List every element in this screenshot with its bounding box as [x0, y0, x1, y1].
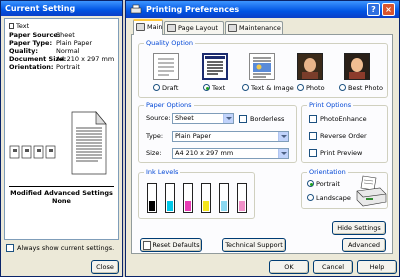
- ink-fill-yellow: [203, 201, 209, 211]
- print-preview-illustration-icon: [9, 111, 107, 175]
- paper-type-row: Paper Type: Plain Paper: [9, 39, 93, 47]
- draft-option[interactable]: Draft: [153, 84, 178, 92]
- ink-fill-cyan: [167, 201, 173, 211]
- source-label: Source:: [146, 114, 171, 122]
- divider: [9, 186, 114, 187]
- ink-cartridge-black: [147, 183, 157, 213]
- text-image-radio[interactable]: [242, 84, 249, 91]
- photo-option[interactable]: Photo: [297, 84, 325, 92]
- text-quality-icon[interactable]: [202, 53, 228, 80]
- chevron-down-icon[interactable]: [278, 132, 288, 141]
- text-option[interactable]: Text: [203, 84, 225, 92]
- draft-radio[interactable]: [153, 84, 160, 91]
- type-select[interactable]: Plain Paper: [172, 131, 289, 142]
- text-radio[interactable]: [203, 84, 210, 91]
- printer-orientation-icon: [356, 175, 387, 207]
- advanced-button[interactable]: Advanced: [342, 238, 386, 252]
- orientation-group: Orientation Portrait Landscape: [301, 168, 388, 209]
- current-setting-panel: Text Paper Source:Sheet Paper Type: Plain…: [4, 18, 119, 240]
- ink-fill-magenta: [185, 201, 191, 211]
- tab-page-layout[interactable]: Page Layout: [164, 21, 224, 34]
- borderless-checkbox[interactable]: [239, 115, 247, 123]
- paper-options-group: Paper Options Source: Sheet Borderless T…: [138, 101, 297, 163]
- maintenance-tab-icon: [228, 24, 237, 32]
- page-layout-tab-icon: [167, 24, 176, 32]
- text-image-quality-icon[interactable]: [249, 53, 275, 80]
- print-preview-checkbox[interactable]: [309, 149, 317, 157]
- source-select[interactable]: Sheet: [172, 113, 234, 124]
- close-button[interactable]: Close: [91, 260, 119, 274]
- tab-main[interactable]: Main: [133, 19, 163, 35]
- technical-support-button[interactable]: Technical Support: [222, 238, 286, 252]
- main-tab-panel: Quality Option Draft Text Text & Image P…: [131, 34, 393, 254]
- text-doc-icon: [9, 23, 14, 29]
- chevron-down-icon[interactable]: [278, 149, 288, 158]
- settings-heading: Text: [9, 22, 29, 30]
- borderless-label: Borderless: [250, 115, 285, 123]
- reset-defaults-label: Reset Defaults: [152, 241, 200, 249]
- landscape-option[interactable]: Landscape: [307, 194, 351, 202]
- quality-row: Quality: Normal: [9, 47, 80, 55]
- ink-cartridge-magenta: [183, 183, 193, 213]
- ink-cartridge-light-cyan: [219, 183, 229, 213]
- always-show-label: Always show current settings.: [17, 244, 115, 252]
- ink-fill-light-cyan: [221, 201, 227, 211]
- modified-settings-label: Modified Advanced Settings: [10, 189, 113, 197]
- printer-icon: [130, 4, 142, 14]
- type-label: Type:: [146, 132, 164, 140]
- best-photo-option[interactable]: Best Photo: [339, 84, 383, 92]
- help-titlebar-button[interactable]: ?: [367, 3, 380, 16]
- text-image-option[interactable]: Text & Image: [242, 84, 294, 92]
- best-photo-radio[interactable]: [339, 84, 346, 91]
- always-show-checkbox[interactable]: [6, 244, 14, 252]
- hide-settings-button[interactable]: Hide Settings: [332, 221, 386, 235]
- document-size-row: Document Size:A4 210 x 297 mm: [9, 55, 115, 63]
- photoenhance-label: PhotoEnhance: [320, 115, 367, 123]
- print-options-group: Print Options PhotoEnhance Reverse Order…: [301, 101, 388, 163]
- window-title: Printing Preferences: [126, 1, 399, 18]
- paper-options-title: Paper Options: [144, 101, 194, 109]
- ink-cartridge-cyan: [165, 183, 175, 213]
- modified-settings-value: None: [52, 197, 71, 205]
- ink-cartridge-light-magenta: [237, 183, 247, 213]
- size-label: Size:: [146, 149, 162, 157]
- paper-source-row: Paper Source:Sheet: [9, 31, 75, 39]
- reset-icon: [143, 241, 151, 250]
- close-titlebar-button[interactable]: ×: [382, 3, 395, 16]
- portrait-option[interactable]: Portrait: [307, 180, 340, 188]
- photo-radio[interactable]: [297, 84, 304, 91]
- landscape-radio[interactable]: [307, 194, 314, 201]
- photo-quality-icon[interactable]: [297, 53, 323, 80]
- current-setting-title: Current Setting: [1, 1, 122, 16]
- ink-cartridge-yellow: [201, 183, 211, 213]
- main-tab-icon: [136, 23, 145, 31]
- print-preview-label: Print Preview: [320, 149, 363, 157]
- cancel-button[interactable]: Cancel: [313, 260, 353, 274]
- print-options-title: Print Options: [307, 101, 354, 109]
- reverse-order-checkbox[interactable]: [309, 132, 317, 140]
- ink-fill-black: [149, 201, 155, 211]
- tab-maintenance[interactable]: Maintenance: [225, 21, 283, 34]
- ink-fill-light-magenta: [239, 201, 245, 211]
- ok-button[interactable]: OK: [269, 260, 309, 274]
- photoenhance-checkbox[interactable]: [309, 115, 317, 123]
- help-button[interactable]: Help: [357, 260, 397, 274]
- chevron-down-icon[interactable]: [223, 114, 233, 123]
- best-photo-quality-icon[interactable]: [344, 53, 370, 80]
- quality-option-group: Quality Option Draft Text Text & Image P…: [138, 39, 388, 98]
- printing-preferences-window: Printing Preferences ? × Main Page Layou…: [125, 0, 400, 277]
- reverse-order-label: Reverse Order: [320, 132, 367, 140]
- orientation-row: Orientation: Portrait: [9, 63, 80, 71]
- ink-levels-title: Ink Levels: [144, 168, 181, 176]
- portrait-radio[interactable]: [307, 180, 314, 187]
- quality-option-title: Quality Option: [144, 39, 195, 47]
- draft-quality-icon[interactable]: [153, 53, 179, 80]
- current-setting-window: Current Setting Text Paper Source:Sheet …: [0, 0, 123, 277]
- size-select[interactable]: A4 210 x 297 mm: [172, 148, 289, 159]
- reset-defaults-button[interactable]: Reset Defaults: [140, 238, 202, 252]
- ink-levels-group: Ink Levels: [138, 168, 255, 219]
- orientation-title: Orientation: [307, 168, 348, 176]
